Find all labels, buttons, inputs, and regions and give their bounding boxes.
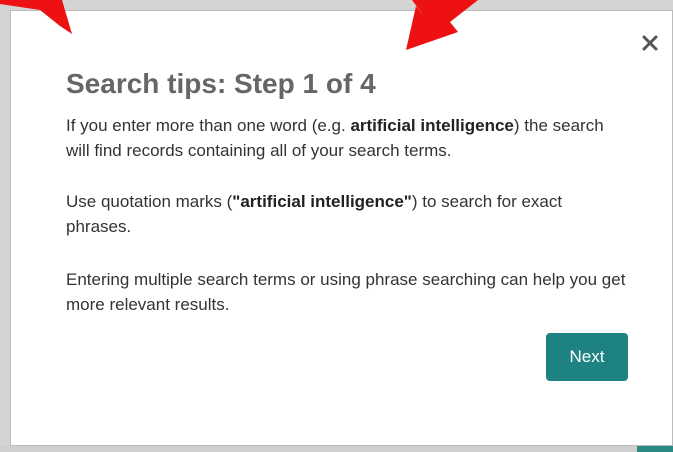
tip-1-example: artificial intelligence bbox=[350, 116, 514, 135]
tip-paragraph-3: Entering multiple search terms or using … bbox=[66, 270, 626, 314]
tip-paragraph-1: If you enter more than one word (e.g. ar… bbox=[66, 113, 626, 163]
tip-2-example: "artificial intelligence" bbox=[232, 192, 412, 211]
tip-2-text-start: Use quotation marks ( bbox=[66, 192, 233, 211]
close-button[interactable] bbox=[635, 28, 665, 58]
next-button[interactable]: Next bbox=[546, 333, 628, 381]
close-icon bbox=[642, 35, 658, 51]
pointer-arrow-center bbox=[406, 0, 478, 50]
backdrop-strip bbox=[0, 446, 673, 452]
dialog-title: Search tips: Step 1 of 4 bbox=[66, 68, 376, 99]
pointer-arrow-left bbox=[0, 0, 72, 34]
tip-1-text-start: If you enter more than one word (e.g. bbox=[66, 116, 351, 135]
tip-paragraph-2: Use quotation marks ("artificial intelli… bbox=[66, 189, 626, 239]
